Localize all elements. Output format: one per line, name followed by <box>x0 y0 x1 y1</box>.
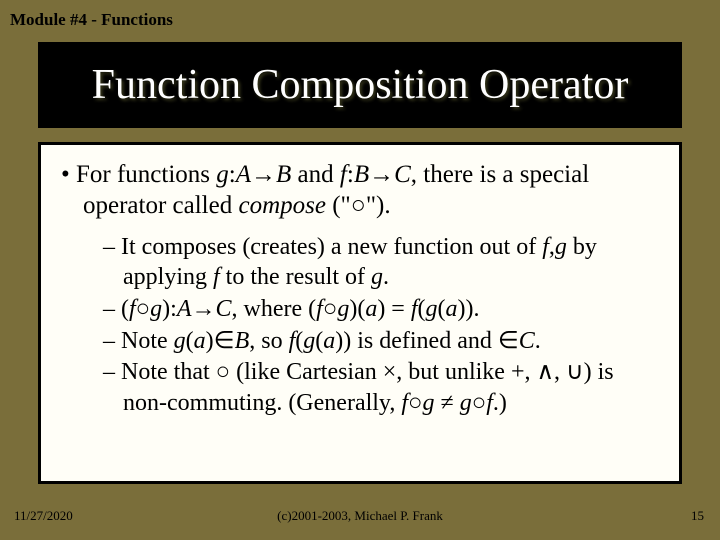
text: . <box>383 264 389 290</box>
var-g: g <box>460 390 472 416</box>
text: • For functions <box>61 161 216 188</box>
text: . <box>535 328 541 354</box>
var-B: B <box>276 161 291 188</box>
content-box: • For functions g:A→B and f:B→C, there i… <box>38 142 682 484</box>
var-a: a <box>194 328 206 354</box>
var-C: C <box>216 296 232 322</box>
var-a: a <box>323 328 335 354</box>
compose-icon: ○ <box>323 296 338 322</box>
var-f: f <box>316 296 323 322</box>
var-g: g <box>423 390 435 416</box>
text: , so <box>249 328 288 354</box>
var-g: g <box>337 296 349 322</box>
text: )). <box>458 296 480 322</box>
var-a: a <box>446 296 458 322</box>
var-A: A <box>236 161 251 188</box>
var-f: f <box>129 296 136 322</box>
var-g: g <box>216 161 229 188</box>
text: to the result of <box>220 264 371 290</box>
footer-date: 11/27/2020 <box>14 508 73 524</box>
var-g: g <box>555 234 567 260</box>
module-header: Module #4 - Functions <box>10 10 173 30</box>
var-f: f <box>213 264 220 290</box>
neq-icon: ≠ <box>435 390 460 416</box>
var-B: B <box>354 161 369 188</box>
slide-title: Function Composition Operator <box>92 61 629 109</box>
text: – Note that ○ (like Cartesian ×, but unl… <box>103 359 614 416</box>
text: ) = <box>377 296 411 322</box>
var-g: g <box>371 264 383 290</box>
compose-icon: ○ <box>472 390 487 416</box>
text: ( <box>418 296 426 322</box>
var-C: C <box>394 161 411 188</box>
var-g: g <box>303 328 315 354</box>
var-f: f <box>542 234 549 260</box>
text: and <box>291 161 340 188</box>
footer-page-number: 15 <box>691 508 704 524</box>
compose-word: compose <box>238 192 325 219</box>
compose-icon: ○ <box>136 296 151 322</box>
main-bullet: • For functions g:A→B and f:B→C, there i… <box>61 159 659 222</box>
arrow-icon: → <box>369 161 394 188</box>
text: )( <box>349 296 365 322</box>
text: )) is defined and ∈ <box>335 328 519 354</box>
sub-bullet-3: – Note g(a)∈B, so f(g(a)) is defined and… <box>103 326 659 357</box>
sub-bullet-4: – Note that ○ (like Cartesian ×, but unl… <box>103 357 659 418</box>
text: : <box>229 161 236 188</box>
text: )∈ <box>206 328 235 354</box>
text: : <box>347 161 354 188</box>
title-box: Function Composition Operator <box>38 42 682 128</box>
var-C: C <box>519 328 535 354</box>
text: ("○"). <box>326 192 391 219</box>
text: – ( <box>103 296 129 322</box>
sub-bullet-2: – (f○g):A→C, where (f○g)(a) = f(g(a)). <box>103 294 659 325</box>
text: – Note <box>103 328 174 354</box>
var-a: a <box>365 296 377 322</box>
arrow-icon: → <box>192 296 216 322</box>
var-f: f <box>340 161 347 188</box>
text: ( <box>186 328 194 354</box>
var-A: A <box>177 296 192 322</box>
var-g: g <box>150 296 162 322</box>
var-f: f <box>486 390 493 416</box>
text: ): <box>162 296 177 322</box>
compose-icon: ○ <box>408 390 423 416</box>
sub-bullet-1: – It composes (creates) a new function o… <box>103 232 659 293</box>
var-g: g <box>174 328 186 354</box>
var-f: f <box>411 296 418 322</box>
text: .) <box>493 390 507 416</box>
text: – It composes (creates) a new function o… <box>103 234 542 260</box>
text: ( <box>438 296 446 322</box>
sub-list: – It composes (creates) a new function o… <box>61 232 659 419</box>
arrow-icon: → <box>251 161 276 188</box>
var-g: g <box>426 296 438 322</box>
var-B: B <box>235 328 250 354</box>
text: , where ( <box>232 296 317 322</box>
footer-copyright: (c)2001-2003, Michael P. Frank <box>277 508 443 524</box>
